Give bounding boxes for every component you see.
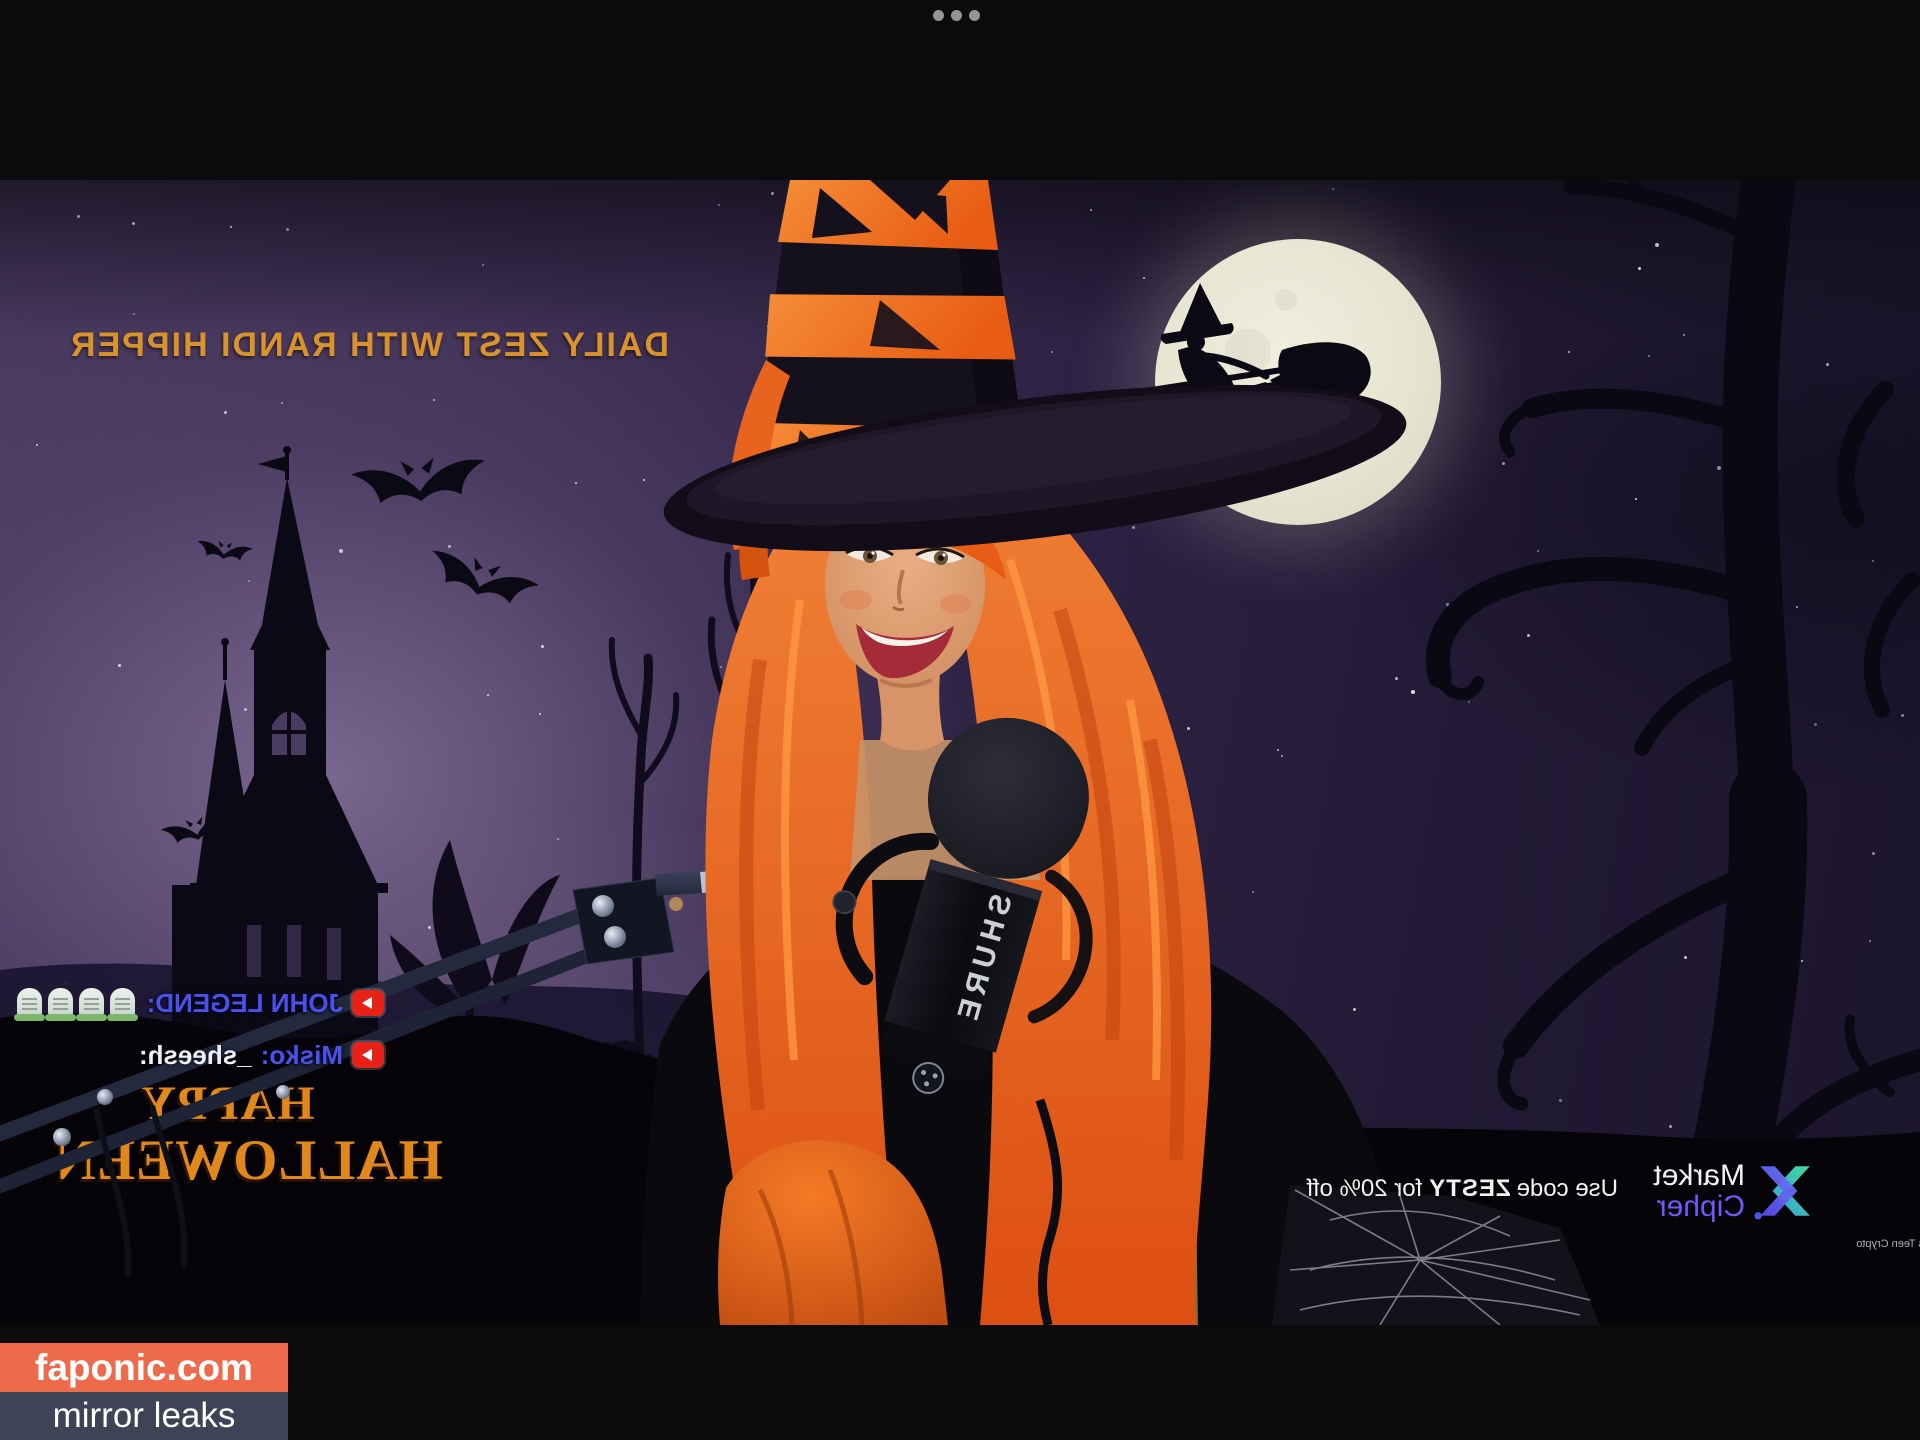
- tombstone-emote-icon: [110, 988, 135, 1018]
- watermark-site: faponic.com: [0, 1343, 288, 1392]
- tombstone-emote-icon: [79, 988, 104, 1018]
- chat-username: JOHN LEGEND:: [147, 988, 343, 1019]
- mic-cable: [1040, 1100, 1058, 1325]
- market-cipher-x-icon: [1754, 1160, 1816, 1222]
- chat-message: JOHN LEGEND:: [8, 981, 384, 1025]
- watermark-subtitle: mirror leaks: [0, 1392, 288, 1440]
- promo-code: ZESTY: [1428, 1175, 1510, 1202]
- promo-code-text: Use code ZESTYfor 20% off: [1308, 1175, 1618, 1203]
- sponsor-logo: Market Cipher: [1616, 1154, 1816, 1228]
- youtube-icon: [352, 990, 384, 1016]
- chat-message-text: _sheesh:: [139, 1040, 252, 1071]
- dot-icon: [969, 10, 980, 21]
- player-window: DAILY ZEST WITH RANDI HIPPER HAPPY HALLO…: [0, 0, 1920, 1440]
- more-options-icon[interactable]: [933, 10, 980, 21]
- chat-username: Misko:: [261, 1040, 343, 1071]
- promo-part2: for 20% off: [1307, 1175, 1423, 1202]
- youtube-icon: [352, 1042, 384, 1068]
- chat-emotes: [14, 988, 138, 1018]
- tombstone-emote-icon: [48, 988, 73, 1018]
- corner-credit: Miss Teen Crypto: [1845, 1238, 1920, 1250]
- promo-part1: Use code: [1517, 1175, 1618, 1202]
- video-frame[interactable]: DAILY ZEST WITH RANDI HIPPER HAPPY HALLO…: [0, 180, 1920, 1325]
- sponsor-line2: Cipher: [1653, 1191, 1745, 1222]
- dot-icon: [933, 10, 944, 21]
- tombstone-emote-icon: [17, 988, 42, 1018]
- dot-icon: [951, 10, 962, 21]
- chat-message: Misko: _sheesh:: [8, 1033, 384, 1077]
- sponsor-line1: Market: [1653, 1160, 1745, 1191]
